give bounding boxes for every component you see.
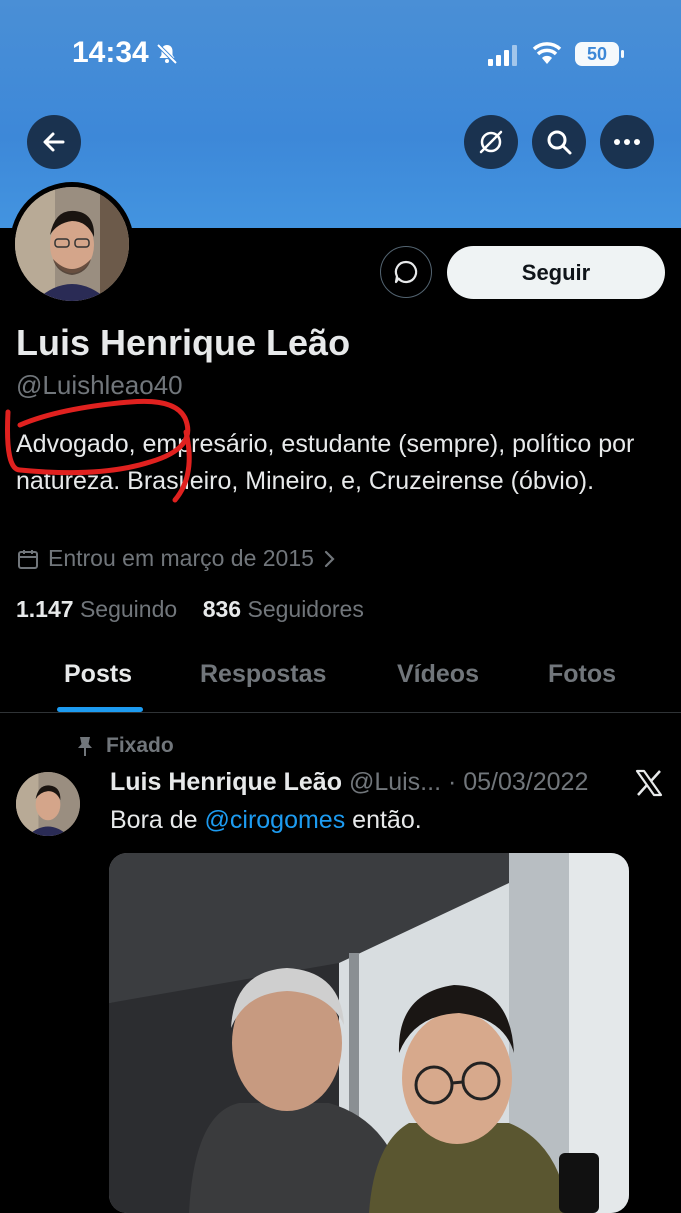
battery-icon: 50 (575, 42, 624, 66)
back-icon (43, 132, 65, 152)
profile-tabs: Posts Respostas Vídeos Fotos (0, 650, 681, 713)
tweet-date: · 05/03/2022 (447, 768, 589, 796)
pinned-indicator: Fixado (76, 734, 174, 758)
tweet-header: Luis Henrique Leão @Luis... · 05/03/2022 (110, 768, 588, 797)
tweet-media-photo[interactable] (109, 853, 629, 1213)
tweet-author-name[interactable]: Luis Henrique Leão (110, 768, 342, 796)
tweet-author-handle[interactable]: @Luis... (349, 768, 441, 796)
tweet-avatar[interactable] (16, 772, 80, 836)
bell-muted-icon (156, 43, 178, 65)
selfie-photo (109, 853, 629, 1213)
joined-label: Entrou em março de 2015 (48, 545, 314, 571)
tab-videos[interactable]: Vídeos (397, 660, 479, 689)
x-logo-icon (635, 769, 663, 797)
tab-photos[interactable]: Fotos (548, 660, 616, 689)
battery-level: 50 (586, 44, 608, 64)
pinned-label: Fixado (106, 734, 174, 757)
message-icon (394, 260, 418, 284)
follow-button[interactable]: Seguir (447, 246, 665, 299)
avatar-photo (15, 187, 129, 301)
followers-count: 836 (202, 596, 242, 622)
tweet-avatar-photo (16, 772, 80, 836)
following-link[interactable]: 1.147 Seguindo (16, 596, 177, 622)
message-button[interactable] (380, 246, 432, 298)
profile-bio: Advogado, empresário, estudante (sempre)… (16, 430, 635, 495)
grok-button[interactable] (464, 115, 518, 169)
follow-stats: 1.147 Seguindo 836 Seguidores (16, 596, 364, 623)
followers-label: Seguidores (247, 596, 364, 622)
signal-icon (488, 45, 517, 66)
tweet-text: Bora de @cirogomes então. (110, 806, 422, 835)
following-label: Seguindo (79, 596, 178, 622)
status-time: 14:34 (72, 36, 149, 69)
profile-handle: @Luishleao40 (16, 370, 183, 400)
search-button[interactable] (532, 115, 586, 169)
more-icon (614, 139, 640, 145)
tab-replies[interactable]: Respostas (200, 660, 326, 689)
tweet-text-before: Bora de (110, 806, 205, 834)
chevron-right-icon (324, 550, 335, 567)
profile-name: Luis Henrique Leão (16, 322, 351, 363)
calendar-icon (18, 549, 38, 569)
following-count: 1.147 (16, 596, 74, 622)
profile-avatar[interactable] (10, 182, 134, 306)
followers-link[interactable]: 836 Seguidores (203, 596, 364, 622)
tweet-text-after: então. (345, 806, 422, 834)
more-button[interactable] (600, 115, 654, 169)
wifi-icon (532, 42, 562, 64)
back-button[interactable] (27, 115, 81, 169)
tweet-mention[interactable]: @cirogomes (205, 806, 346, 834)
search-icon (547, 130, 572, 155)
tab-posts[interactable]: Posts (64, 660, 132, 689)
grok-icon (479, 130, 503, 154)
active-tab-indicator (57, 707, 143, 712)
pin-icon (78, 737, 92, 756)
joined-date[interactable]: Entrou em março de 2015 (16, 545, 338, 572)
